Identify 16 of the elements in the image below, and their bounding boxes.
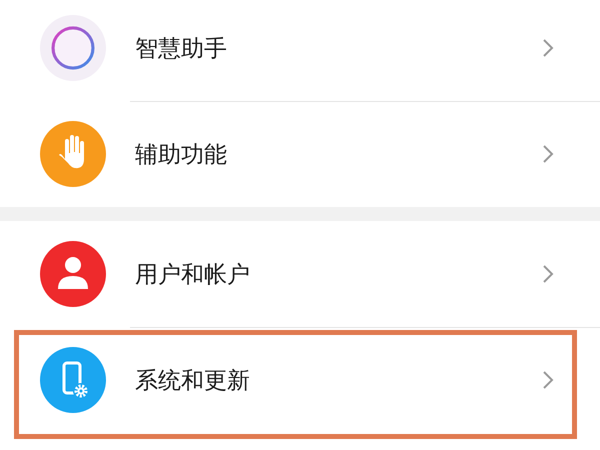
item-label: 辅助功能	[135, 140, 228, 170]
settings-item[interactable]: 系统和更新	[0, 327, 600, 433]
chevron-icon	[542, 370, 554, 390]
settings-item[interactable]: 辅助功能	[0, 101, 600, 207]
chevron-icon	[542, 38, 554, 58]
ring-icon	[40, 15, 106, 81]
user-icon	[40, 241, 106, 307]
item-label: 用户和帐户	[135, 260, 251, 290]
item-label: 系统和更新	[135, 366, 251, 396]
settings-item[interactable]: 用户和帐户	[0, 221, 600, 327]
item-label: 智慧助手	[135, 34, 228, 64]
phone-gear-icon	[40, 347, 106, 413]
chevron-icon	[542, 264, 554, 284]
chevron-icon	[542, 144, 554, 164]
settings-item[interactable]: 智慧助手	[0, 0, 600, 101]
hand-icon	[40, 121, 106, 187]
